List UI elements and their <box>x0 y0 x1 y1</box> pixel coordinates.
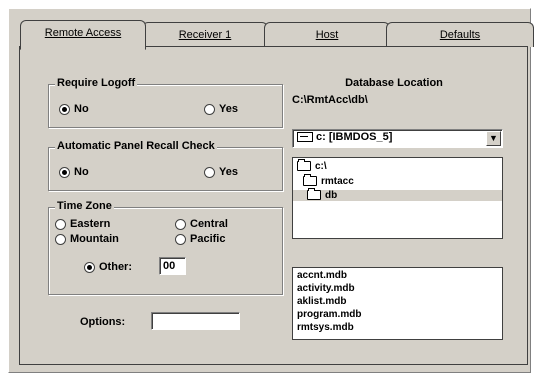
require-logoff-yes-radio[interactable]: Yes <box>204 103 238 115</box>
folder-open-icon <box>303 174 317 187</box>
tab-label: Remote Access <box>44 27 122 39</box>
folder-label: c:\ <box>315 161 327 172</box>
drive-select[interactable]: c: [IBMDOS_5] ▼ <box>292 129 503 148</box>
folder-list[interactable]: c:\ rmtacc db <box>292 157 503 239</box>
tab-defaults[interactable]: Defaults <box>386 22 534 47</box>
radio-button[interactable] <box>84 261 95 273</box>
radio-label: Yes <box>219 103 238 115</box>
auto-recall-no-radio[interactable]: No <box>59 166 89 178</box>
drive-select-value: c: [IBMDOS_5] <box>316 131 393 143</box>
radio-button[interactable] <box>59 166 70 178</box>
folder-label: rmtacc <box>321 176 354 187</box>
folder-open-icon <box>307 188 321 201</box>
options-input[interactable] <box>151 312 240 330</box>
radio-label: Yes <box>219 166 238 178</box>
file-item[interactable]: rmtsys.mdb <box>297 322 354 333</box>
require-logoff-group: Require Logoff No Yes <box>48 77 283 128</box>
tz-other-radio[interactable]: Other: <box>84 261 132 273</box>
tz-pacific-radio[interactable]: Pacific <box>175 233 225 245</box>
folder-item-root[interactable]: c:\ <box>297 159 327 172</box>
tz-mountain-radio[interactable]: Mountain <box>55 233 119 245</box>
radio-button[interactable] <box>55 218 66 230</box>
tz-eastern-radio[interactable]: Eastern <box>55 218 110 230</box>
folder-open-icon <box>297 159 311 172</box>
radio-label: Mountain <box>70 233 119 245</box>
require-logoff-title: Require Logoff <box>55 77 138 89</box>
tab-strip: Remote Access Receiver 1 Host Defaults <box>20 20 534 50</box>
options-label: Options: <box>80 316 126 328</box>
radio-button[interactable] <box>204 103 215 115</box>
tab-label: Host <box>315 29 339 41</box>
radio-button[interactable] <box>175 218 186 230</box>
radio-label: Central <box>190 218 228 230</box>
tz-central-radio[interactable]: Central <box>175 218 228 230</box>
auto-panel-recall-title: Automatic Panel Recall Check <box>55 140 217 152</box>
database-location-title: Database Location <box>345 77 443 89</box>
folder-item-rmtacc[interactable]: rmtacc <box>303 174 354 187</box>
folder-item-db[interactable]: db <box>293 188 502 201</box>
time-zone-group: Time Zone Eastern Central Mountain Pacif… <box>48 200 283 295</box>
time-zone-title: Time Zone <box>55 200 114 212</box>
drive-icon <box>297 132 313 143</box>
tab-host[interactable]: Host <box>264 22 390 47</box>
radio-label: No <box>74 103 89 115</box>
auto-recall-yes-radio[interactable]: Yes <box>204 166 238 178</box>
radio-label: Other: <box>99 261 132 273</box>
file-list[interactable]: accnt.mdb activity.mdb aklist.mdb progra… <box>292 267 503 340</box>
database-path: C:\RmtAcc\db\ <box>292 94 368 106</box>
dropdown-arrow-icon[interactable]: ▼ <box>486 131 501 146</box>
require-logoff-no-radio[interactable]: No <box>59 103 89 115</box>
radio-button[interactable] <box>59 103 70 115</box>
tz-other-input[interactable]: 00 <box>159 257 186 275</box>
file-item[interactable]: accnt.mdb <box>297 270 347 281</box>
file-item[interactable]: aklist.mdb <box>297 296 346 307</box>
tab-label: Receiver 1 <box>178 29 232 41</box>
radio-button[interactable] <box>204 166 215 178</box>
tab-panel: Require Logoff No Yes Automatic Panel Re… <box>19 46 528 365</box>
radio-button[interactable] <box>55 233 66 245</box>
tab-receiver-1[interactable]: Receiver 1 <box>142 22 268 47</box>
radio-label: Eastern <box>70 218 111 230</box>
folder-label: db <box>325 190 338 201</box>
radio-label: Pacific <box>190 233 226 245</box>
auto-panel-recall-group: Automatic Panel Recall Check No Yes <box>48 140 283 191</box>
file-item[interactable]: activity.mdb <box>297 283 355 294</box>
file-item[interactable]: program.mdb <box>297 309 361 320</box>
tab-label: Defaults <box>439 29 481 41</box>
radio-label: No <box>74 166 89 178</box>
tab-remote-access[interactable]: Remote Access <box>20 20 146 50</box>
radio-button[interactable] <box>175 233 186 245</box>
